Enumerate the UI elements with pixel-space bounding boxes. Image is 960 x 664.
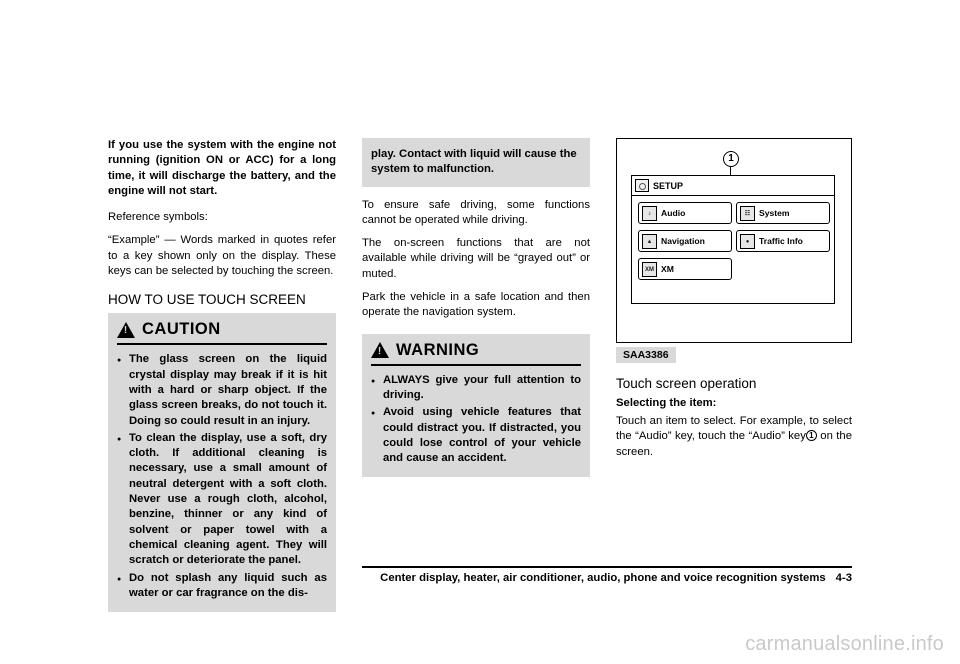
sub-heading: Selecting the item: — [616, 397, 717, 409]
footer-text: Center display, heater, air conditioner,… — [380, 572, 826, 584]
caution-header: CAUTION — [117, 320, 327, 346]
screen-key-system[interactable]: ☷ System — [736, 202, 830, 224]
screen-mock: SETUP ♪ Audio ☷ System ▲ Navigation ● Tr… — [631, 175, 835, 304]
screen-key-label: Traffic Info — [759, 236, 803, 246]
warning-list: ALWAYS give your full attention to drivi… — [371, 373, 581, 467]
footer-rule — [362, 566, 852, 568]
screen-key-grid: ♪ Audio ☷ System ▲ Navigation ● Traffic … — [638, 202, 830, 280]
navigation-arrow-icon: ▲ — [642, 233, 657, 249]
warning-triangle-icon — [117, 321, 135, 338]
list-item: To clean the display, use a soft, dry cl… — [117, 431, 327, 569]
screen-key-label: System — [759, 208, 790, 218]
park-vehicle-paragraph: Park the vehicle in a safe location and … — [362, 291, 590, 319]
warning-header: WARNING — [371, 341, 581, 366]
list-item: Do not splash any liquid such as water o… — [117, 571, 327, 602]
manual-page: If you use the system with the engine no… — [0, 0, 960, 664]
continued-paragraph: play. Contact with liquid will cause the… — [371, 148, 577, 176]
list-item: The glass screen on the liquid crystal d… — [117, 352, 327, 428]
safe-driving-paragraph: To ensure safe driving, some functions c… — [362, 198, 590, 226]
figure-touch-screen: 1 SETUP ♪ Audio ☷ System ▲ Navigation ● … — [616, 138, 852, 343]
watermark: carmanualsonline.info — [745, 633, 944, 655]
traffic-info-icon: ● — [740, 233, 755, 249]
page-footer: Center display, heater, air conditioner,… — [362, 566, 852, 584]
page-number: 4-3 — [835, 572, 852, 584]
selecting-item-text-a: Touch an item to select. For example, to… — [616, 415, 852, 443]
list-item: ALWAYS give your full attention to drivi… — [371, 373, 581, 404]
callout-number: 1 — [723, 151, 739, 167]
figure-id-label: SAA3386 — [616, 347, 676, 363]
selecting-item-paragraph: Touch an item to select. For example, to… — [616, 414, 852, 460]
xm-icon: XM — [642, 261, 657, 277]
column-two: play. Contact with liquid will cause the… — [362, 138, 590, 478]
screen-title-bar: SETUP — [632, 176, 834, 196]
setup-icon — [635, 179, 649, 192]
inline-callout-number: 1 — [805, 430, 817, 442]
screen-key-traffic-info[interactable]: ● Traffic Info — [736, 230, 830, 252]
screen-key-label: Navigation — [661, 236, 705, 246]
section-heading: HOW TO USE TOUCH SCREEN — [108, 292, 306, 308]
column-three: 1 SETUP ♪ Audio ☷ System ▲ Navigation ● … — [616, 138, 852, 460]
intro-paragraph: If you use the system with the engine no… — [108, 139, 336, 197]
warning-box: WARNING ALWAYS give your full attention … — [362, 333, 590, 478]
caution-list: The glass screen on the liquid crystal d… — [117, 352, 327, 601]
screen-title-label: SETUP — [653, 180, 684, 191]
warning-triangle-icon — [371, 342, 389, 359]
grayed-out-paragraph: The on-screen functions that are not ava… — [362, 237, 590, 280]
example-paragraph: “Example” — Words marked in quotes refer… — [108, 234, 336, 278]
figure-caption: Touch screen operation — [616, 376, 757, 391]
screen-key-label: Audio — [661, 208, 686, 218]
audio-note-icon: ♪ — [642, 205, 657, 221]
screen-key-xm[interactable]: XM XM — [638, 258, 732, 280]
caution-title: CAUTION — [142, 320, 221, 339]
system-icon: ☷ — [740, 205, 755, 221]
screen-key-audio[interactable]: ♪ Audio — [638, 202, 732, 224]
column-one: If you use the system with the engine no… — [108, 138, 336, 613]
caution-box: CAUTION The glass screen on the liquid c… — [108, 313, 336, 613]
reference-symbols-label: Reference symbols: — [108, 211, 208, 224]
screen-key-label: XM — [661, 264, 674, 274]
warning-title: WARNING — [396, 340, 480, 359]
screen-key-navigation[interactable]: ▲ Navigation — [638, 230, 732, 252]
list-item: Avoid using vehicle features that could … — [371, 405, 581, 466]
continued-caution-box: play. Contact with liquid will cause the… — [362, 138, 590, 187]
